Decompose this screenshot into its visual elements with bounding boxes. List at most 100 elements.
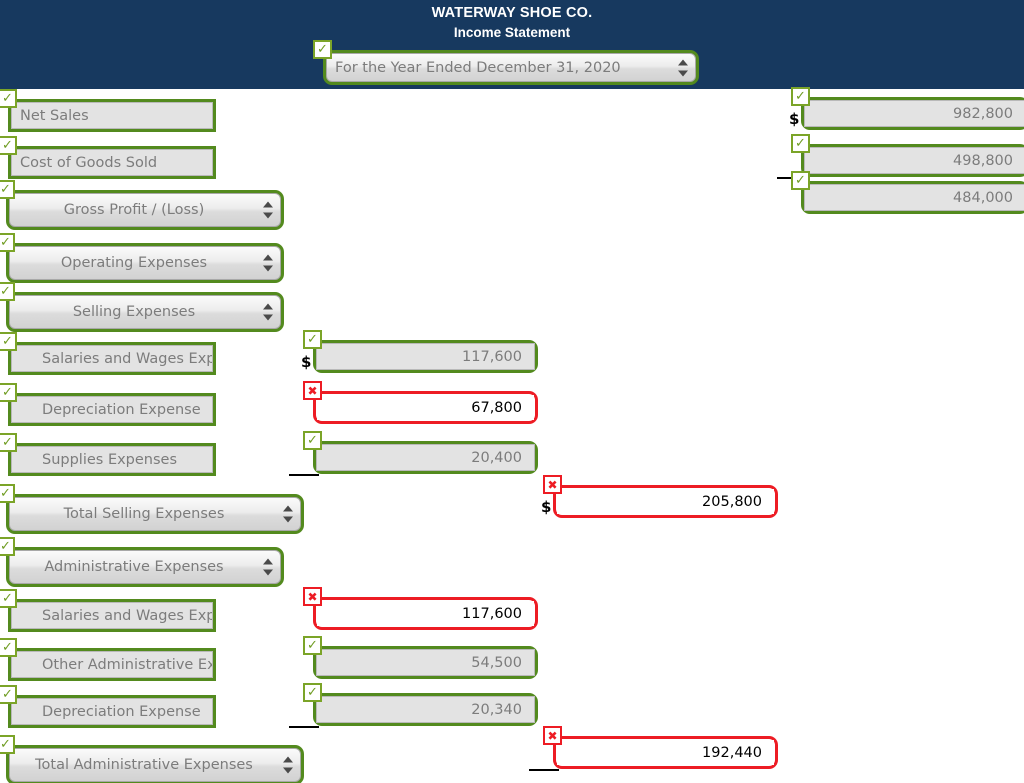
row-label-wrapper-other-administrative-expenses[interactable]: ✓ Other Administrative Expenses: [0, 638, 216, 681]
chevron-updown-icon: [262, 201, 273, 219]
dollar-sign-selling-salaries-and-wages-expense: $: [301, 353, 312, 371]
chevron-updown-icon: [677, 59, 688, 76]
row-value-input-other-administrative-expenses[interactable]: 54,500: [316, 649, 535, 676]
row-label-wrapper-administrative-expenses[interactable]: ✓ Administrative Expenses: [0, 537, 284, 587]
checkmark-icon: ✓: [303, 683, 322, 702]
row-label-select-total-administrative-expenses[interactable]: Total Administrative Expenses: [9, 748, 301, 782]
row-value-text: 498,800: [953, 152, 1013, 169]
checkmark-icon: ✓: [0, 233, 15, 252]
checkmark-icon: ✓: [0, 433, 17, 452]
row-label-text: Administrative Expenses: [44, 559, 224, 575]
subtotal-rule-admin-depreciation-expense: [289, 726, 319, 728]
row-label-text: Depreciation Expense: [42, 703, 201, 720]
row-value-text: 205,800: [702, 493, 762, 510]
error-x-icon: ✖: [303, 587, 322, 606]
row-label-text: Net Sales: [20, 107, 89, 124]
row-label-wrapper-net-sales[interactable]: ✓ Net Sales: [0, 89, 216, 132]
checkmark-icon: ✓: [0, 685, 17, 704]
row-value-wrapper-net-sales[interactable]: ✓ 982,800: [791, 87, 1024, 130]
row-value-text: 67,800: [471, 399, 522, 416]
row-value-input-total-administrative-expenses[interactable]: 192,440: [557, 740, 774, 765]
row-label-text: Other Administrative Expenses: [42, 656, 212, 673]
row-label-wrapper-gross-profit-loss[interactable]: ✓ Gross Profit / (Loss): [0, 180, 284, 230]
row-value-input-admin-depreciation-expense[interactable]: 20,340: [316, 696, 535, 723]
row-value-input-selling-depreciation-expense[interactable]: 67,800: [317, 395, 534, 420]
company-name: WATERWAY SHOE CO.: [431, 5, 593, 21]
checkmark-icon: ✓: [791, 171, 810, 190]
row-value-input-selling-supplies-expenses[interactable]: 20,400: [316, 444, 535, 471]
row-value-wrapper-selling-salaries-and-wages-expense[interactable]: ✓ 117,600: [303, 330, 538, 373]
dollar-sign-net-sales: $: [789, 110, 800, 128]
row-label-text: Total Administrative Expenses: [35, 757, 253, 773]
row-value-wrapper-selling-depreciation-expense[interactable]: ✖ 67,800: [303, 381, 538, 424]
row-label-wrapper-selling-supplies-expenses[interactable]: ✓ Supplies Expenses: [0, 433, 216, 476]
chevron-updown-icon: [282, 756, 293, 774]
checkmark-icon: ✓: [303, 330, 322, 349]
row-value-text: 117,600: [462, 605, 522, 622]
checkmark-icon: ✓: [0, 136, 17, 155]
row-label-select-administrative-expenses[interactable]: Administrative Expenses: [9, 550, 281, 584]
subtotal-rule-selling-supplies-expenses: [289, 474, 319, 476]
row-label-select-total-selling-expenses[interactable]: Total Selling Expenses: [9, 497, 301, 531]
row-value-input-gross-profit-loss[interactable]: 484,000: [804, 184, 1024, 211]
row-label-wrapper-admin-depreciation-expense[interactable]: ✓ Depreciation Expense: [0, 685, 216, 728]
checkmark-icon: ✓: [0, 735, 15, 754]
row-value-input-net-sales[interactable]: 982,800: [804, 100, 1024, 127]
row-label-wrapper-total-administrative-expenses[interactable]: ✓ Total Administrative Expenses: [0, 735, 304, 783]
row-label-select-gross-profit-loss[interactable]: Gross Profit / (Loss): [9, 193, 281, 227]
error-x-icon: ✖: [543, 726, 562, 745]
row-label-wrapper-operating-expenses[interactable]: ✓ Operating Expenses: [0, 233, 284, 283]
row-value-wrapper-admin-salaries-and-wages-expense[interactable]: ✖ 117,600: [303, 587, 538, 630]
checkmark-icon: ✓: [791, 134, 810, 153]
row-value-wrapper-cost-of-goods-sold[interactable]: ✓ 498,800: [791, 134, 1024, 177]
row-label-wrapper-admin-salaries-and-wages-expense[interactable]: ✓ Salaries and Wages Expense: [0, 589, 216, 632]
row-label-input-other-administrative-expenses[interactable]: Other Administrative Expenses: [11, 651, 213, 678]
chevron-updown-icon: [262, 303, 273, 321]
checkmark-icon: ✓: [0, 383, 17, 402]
row-value-wrapper-total-administrative-expenses[interactable]: ✖ 192,440: [543, 726, 778, 769]
row-label-select-operating-expenses[interactable]: Operating Expenses: [9, 246, 281, 280]
row-label-input-admin-salaries-and-wages-expense[interactable]: Salaries and Wages Expense: [11, 602, 213, 629]
row-value-wrapper-gross-profit-loss[interactable]: ✓ 484,000: [791, 171, 1024, 214]
row-label-input-selling-supplies-expenses[interactable]: Supplies Expenses: [11, 446, 213, 473]
row-value-input-admin-salaries-and-wages-expense[interactable]: 117,600: [317, 601, 534, 626]
row-value-wrapper-other-administrative-expenses[interactable]: ✓ 54,500: [303, 636, 538, 679]
chevron-updown-icon: [282, 505, 293, 523]
row-label-input-net-sales[interactable]: Net Sales: [11, 102, 213, 129]
row-value-wrapper-selling-supplies-expenses[interactable]: ✓ 20,400: [303, 431, 538, 474]
checkmark-icon: ✓: [303, 431, 322, 450]
period-select-wrapper[interactable]: ✓ For the Year Ended December 31, 2020: [313, 40, 699, 85]
checkmark-icon: ✓: [0, 537, 15, 556]
row-value-text: 484,000: [953, 189, 1013, 206]
row-value-input-total-selling-expenses[interactable]: 205,800: [557, 489, 774, 514]
statement-title: Income Statement: [453, 25, 571, 40]
row-value-text: 982,800: [953, 105, 1013, 122]
row-label-input-cost-of-goods-sold[interactable]: Cost of Goods Sold: [11, 149, 213, 176]
row-label-select-selling-expenses[interactable]: Selling Expenses: [9, 295, 281, 329]
row-label-wrapper-selling-expenses[interactable]: ✓ Selling Expenses: [0, 282, 284, 332]
row-value-wrapper-total-selling-expenses[interactable]: ✖ 205,800: [543, 475, 778, 518]
statement-header: WATERWAY SHOE CO. Income Statement ✓ For…: [0, 0, 1024, 89]
row-label-text: Selling Expenses: [72, 304, 196, 320]
checkmark-icon: ✓: [313, 40, 332, 59]
row-label-text: Total Selling Expenses: [63, 506, 225, 522]
row-value-text: 54,500: [471, 654, 522, 671]
row-value-input-selling-salaries-and-wages-expense[interactable]: 117,600: [316, 343, 535, 370]
row-label-text: Cost of Goods Sold: [20, 154, 158, 171]
row-label-text: Salaries and Wages Expense: [42, 607, 213, 624]
row-label-wrapper-total-selling-expenses[interactable]: ✓ Total Selling Expenses: [0, 484, 304, 534]
row-value-input-cost-of-goods-sold[interactable]: 498,800: [804, 147, 1024, 174]
row-label-wrapper-selling-depreciation-expense[interactable]: ✓ Depreciation Expense: [0, 383, 216, 426]
row-label-input-admin-depreciation-expense[interactable]: Depreciation Expense: [11, 698, 213, 725]
row-label-wrapper-selling-salaries-and-wages-expense[interactable]: ✓ Salaries and Wages Expense: [0, 332, 216, 375]
row-value-text: 20,400: [471, 449, 522, 466]
period-select[interactable]: For the Year Ended December 31, 2020: [326, 53, 696, 82]
row-value-wrapper-admin-depreciation-expense[interactable]: ✓ 20,340: [303, 683, 538, 726]
row-label-input-selling-salaries-and-wages-expense[interactable]: Salaries and Wages Expense: [11, 345, 213, 372]
checkmark-icon: ✓: [0, 332, 17, 351]
row-value-text: 192,440: [702, 744, 762, 761]
chevron-updown-icon: [262, 558, 273, 576]
row-label-input-selling-depreciation-expense[interactable]: Depreciation Expense: [11, 396, 213, 423]
row-label-wrapper-cost-of-goods-sold[interactable]: ✓ Cost of Goods Sold: [0, 136, 216, 179]
row-label-text: Depreciation Expense: [42, 401, 201, 418]
